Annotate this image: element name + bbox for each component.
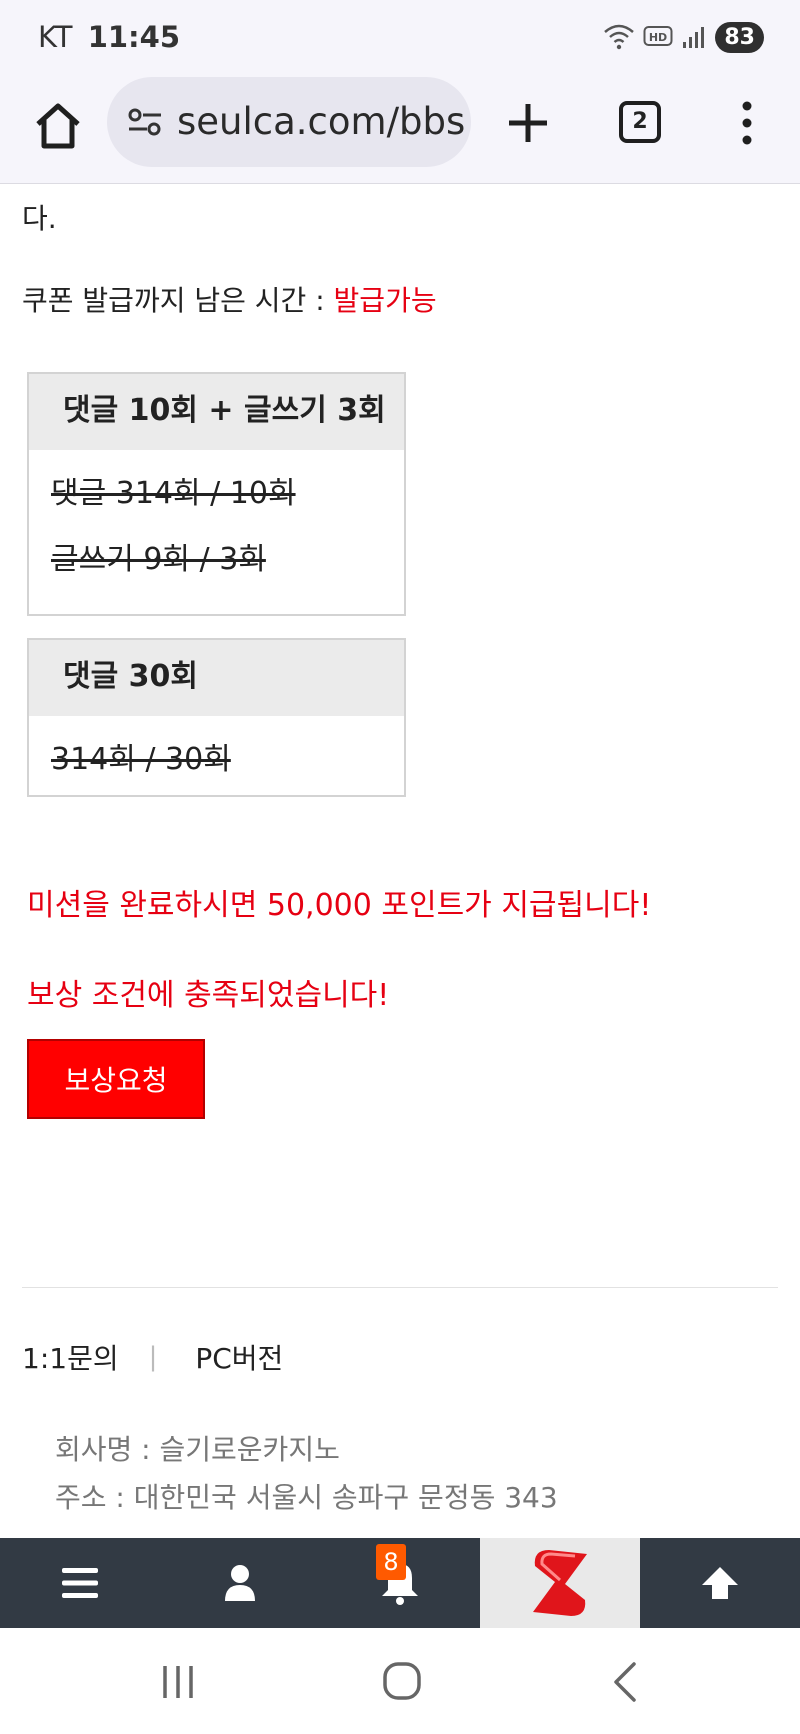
inquiry-link[interactable]: 1:1문의 bbox=[22, 1337, 119, 1377]
site-settings-icon[interactable] bbox=[127, 106, 163, 138]
more-vert-icon[interactable] bbox=[733, 99, 761, 147]
battery-indicator: 83 bbox=[715, 21, 764, 53]
nav-menu-button[interactable] bbox=[0, 1538, 160, 1628]
mission-progress-comments: 314회 / 30회 bbox=[51, 742, 231, 777]
mission-title: 댓글 10회 + 글쓰기 3회 bbox=[29, 374, 404, 450]
mission-title: 댓글 30회 bbox=[29, 640, 404, 716]
status-left: KT 11:45 bbox=[38, 20, 180, 54]
recent-apps-icon[interactable] bbox=[153, 1660, 203, 1704]
pc-version-link[interactable]: PC버전 bbox=[195, 1337, 283, 1377]
nav-site-logo-button[interactable] bbox=[480, 1538, 640, 1628]
company-name: 회사명 : 슬기로운카지노 bbox=[55, 1433, 340, 1466]
mission-progress-posts: 글쓰기 9회 / 3회 bbox=[51, 542, 266, 577]
footer-divider bbox=[22, 1287, 778, 1288]
coupon-status: 발급가능 bbox=[333, 284, 437, 317]
home-button-icon[interactable] bbox=[377, 1660, 427, 1704]
coupon-timer: 쿠폰 발급까지 남은 시간 : 발급가능 bbox=[22, 279, 437, 319]
url-text[interactable]: seulca.com/bbs bbox=[177, 100, 465, 143]
coupon-label: 쿠폰 발급까지 남은 시간 : bbox=[22, 284, 334, 317]
reward-message: 미션을 완료하시면 50,000 포인트가 지급됩니다! bbox=[27, 888, 652, 923]
home-icon[interactable] bbox=[30, 98, 86, 154]
bottom-nav: 8 bbox=[0, 1538, 800, 1628]
menu-icon bbox=[62, 1568, 98, 1598]
signal-icon bbox=[683, 27, 705, 48]
footer-separator: | bbox=[148, 1342, 158, 1372]
condition-message: 보상 조건에 충족되었습니다! bbox=[27, 978, 390, 1013]
status-icons: HD 83 bbox=[603, 20, 764, 54]
mission-card-2: 댓글 30회 314회 / 30회 bbox=[27, 638, 406, 797]
scroll-top-icon bbox=[702, 1567, 738, 1599]
svg-text:HD: HD bbox=[649, 31, 667, 44]
new-tab-icon[interactable] bbox=[505, 100, 551, 146]
reward-request-button[interactable]: 보상요청 bbox=[27, 1039, 205, 1119]
nav-user-button[interactable] bbox=[160, 1538, 320, 1628]
wifi-icon bbox=[604, 24, 635, 50]
address-bar[interactable]: seulca.com/bbs bbox=[107, 77, 471, 167]
site-logo bbox=[533, 1550, 587, 1616]
nav-scroll-top-button[interactable] bbox=[640, 1538, 800, 1628]
nav-notification-button[interactable]: 8 bbox=[320, 1538, 480, 1628]
text-fragment: 다. bbox=[22, 202, 57, 235]
page-content: 다. 쿠폰 발급까지 남은 시간 : 발급가능 댓글 10회 + 글쓰기 3회 … bbox=[0, 185, 800, 1538]
mission-progress-comments: 댓글 314회 / 10회 bbox=[51, 476, 296, 511]
hd-voice-icon: HD bbox=[643, 26, 673, 46]
browser-toolbar: seulca.com/bbs 2 bbox=[0, 72, 800, 184]
tabs-icon[interactable]: 2 bbox=[619, 101, 661, 143]
carrier-label: KT bbox=[38, 20, 73, 54]
clock: 11:45 bbox=[87, 20, 181, 54]
system-navigation-bar bbox=[0, 1628, 800, 1734]
bell-wrapper: 8 bbox=[376, 1544, 422, 1606]
status-bar: KT 11:45 HD 83 bbox=[0, 0, 800, 72]
mission-card-1: 댓글 10회 + 글쓰기 3회 댓글 314회 / 10회 글쓰기 9회 / 3… bbox=[27, 372, 406, 616]
notification-badge: 8 bbox=[376, 1544, 406, 1580]
footer-links: 1:1문의 | PC버전 bbox=[22, 1337, 283, 1377]
company-address: 주소 : 대한민국 서울시 송파구 문정동 343 bbox=[55, 1481, 558, 1514]
user-icon bbox=[225, 1565, 255, 1601]
back-icon[interactable] bbox=[600, 1660, 650, 1704]
